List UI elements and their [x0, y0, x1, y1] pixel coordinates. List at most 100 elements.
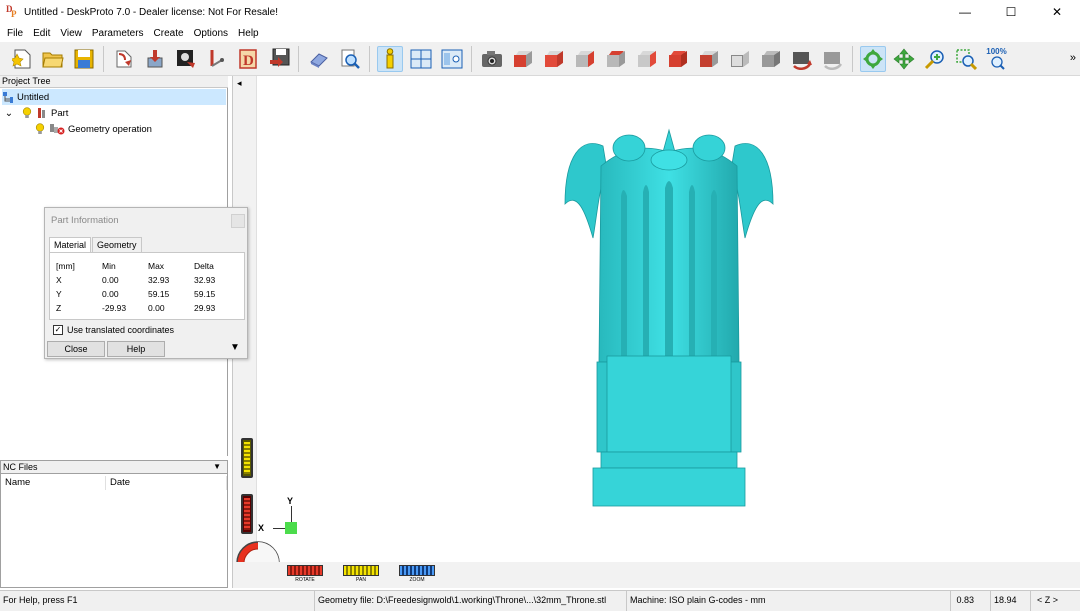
- row-y-delta: 59.15: [194, 289, 216, 299]
- bitmap-button[interactable]: [173, 46, 199, 72]
- cube-solid-icon: [761, 50, 780, 67]
- view-left-button[interactable]: [634, 46, 660, 72]
- nc-files-list[interactable]: Name Date: [0, 474, 228, 588]
- collapse-panel-icon[interactable]: ◂: [237, 78, 242, 89]
- tree-item-operation[interactable]: Geometry operation: [34, 121, 152, 137]
- menu-view[interactable]: View: [55, 28, 87, 39]
- lightbulb-icon[interactable]: [21, 107, 33, 119]
- tree-item-label: Geometry operation: [68, 123, 152, 135]
- tab-material[interactable]: Material: [49, 237, 92, 252]
- preview-button[interactable]: [337, 46, 363, 72]
- drawing-button[interactable]: D: [235, 46, 261, 72]
- info-button[interactable]: [376, 45, 403, 72]
- toolbar-separator: [369, 45, 370, 72]
- cube-front-icon: [544, 50, 563, 67]
- column-header-date[interactable]: Date: [106, 476, 227, 490]
- load-geometry-icon: [116, 50, 131, 67]
- row-z-max: 0.00: [148, 303, 165, 313]
- axis-x-label: X: [258, 523, 265, 533]
- pan-mode-button[interactable]: [891, 46, 917, 72]
- close-button[interactable]: Close: [47, 341, 105, 357]
- dimensions-table: [mm] Min Max Delta X 0.00 32.93 32.93 Y …: [49, 252, 245, 320]
- menu-options[interactable]: Options: [189, 28, 233, 39]
- view-back-button[interactable]: [603, 46, 629, 72]
- eraser-icon: [309, 52, 328, 68]
- menu-parameters[interactable]: Parameters: [87, 28, 149, 39]
- nc-files-dropdown-icon[interactable]: ▼: [213, 461, 221, 473]
- dialog-expand-icon[interactable]: ▼: [230, 342, 240, 353]
- close-window-button[interactable]: ✕: [1034, 0, 1080, 24]
- open-project-button[interactable]: [40, 46, 66, 72]
- tree-item-project[interactable]: Untitled: [2, 89, 226, 105]
- toolbar-overflow-button[interactable]: »: [1070, 52, 1076, 64]
- zoom-window-button[interactable]: [953, 46, 979, 72]
- import-part-icon: [147, 49, 162, 67]
- nc-files-title: NC Files: [3, 462, 38, 472]
- load-geometry-button[interactable]: [111, 46, 137, 72]
- bitmap-icon: [176, 49, 195, 68]
- zoom-mode-button[interactable]: [922, 46, 948, 72]
- chevron-down-icon[interactable]: ⌄: [4, 107, 14, 119]
- view-solid-button[interactable]: [758, 46, 784, 72]
- rotate-slider-handle[interactable]: [241, 494, 253, 534]
- lightbulb-icon[interactable]: [34, 123, 46, 135]
- import-part-button[interactable]: [142, 46, 168, 72]
- status-help-text: For Help, press F1: [3, 595, 78, 605]
- translated-coords-checkbox[interactable]: ✓ Use translated coordinates: [53, 325, 174, 335]
- tree-item-part[interactable]: ⌄ Part: [4, 105, 68, 121]
- zoom-in-icon: [924, 49, 944, 69]
- row-x-max: 32.93: [148, 275, 170, 285]
- dialog-close-icon[interactable]: [231, 214, 245, 228]
- 3d-viewport[interactable]: ◂ Y X ROTATE PAN ZOOM: [232, 76, 1080, 588]
- new-project-button[interactable]: [9, 46, 35, 72]
- view-bottom-button[interactable]: [696, 46, 722, 72]
- checkbox-box[interactable]: ✓: [53, 325, 63, 335]
- deskproto-logo-icon[interactable]: DP: [6, 4, 20, 20]
- panel-button[interactable]: [439, 46, 465, 72]
- view-right-button[interactable]: [572, 46, 598, 72]
- rotate-wheel-handle[interactable]: [287, 565, 323, 576]
- tab-geometry[interactable]: Geometry: [92, 237, 142, 252]
- refresh-view-button[interactable]: [820, 46, 846, 72]
- vector-button[interactable]: [204, 46, 230, 72]
- panel-view-icon: [441, 49, 462, 68]
- menu-file[interactable]: File: [2, 28, 28, 39]
- axis-origin-marker: [285, 522, 297, 534]
- rotate-view-button[interactable]: [789, 46, 815, 72]
- magnifier-page-icon: [341, 49, 360, 69]
- export-nc-button[interactable]: [266, 46, 292, 72]
- view-wire-button[interactable]: [727, 46, 753, 72]
- viewport-control-bar: ROTATE PAN ZOOM: [233, 562, 1080, 588]
- row-x-delta: 32.93: [194, 275, 216, 285]
- view-front-button[interactable]: [541, 46, 567, 72]
- title-bar: DP Untitled - DeskProto 7.0 - Dealer lic…: [0, 0, 1080, 24]
- rotate-mode-button[interactable]: [859, 45, 886, 72]
- window-title: Untitled - DeskProto 7.0 - Dealer licens…: [24, 6, 278, 18]
- table-header-min: Min: [102, 261, 116, 271]
- minimize-button[interactable]: —: [942, 0, 988, 24]
- row-y-min: 0.00: [102, 289, 119, 299]
- column-header-name[interactable]: Name: [1, 476, 106, 490]
- table-header-unit: [mm]: [56, 261, 75, 271]
- view-top-button[interactable]: [665, 46, 691, 72]
- pan-wheel-handle[interactable]: [343, 565, 379, 576]
- row-z-min: -29.93: [102, 303, 127, 313]
- maximize-button[interactable]: ☐: [988, 0, 1034, 24]
- save-project-button[interactable]: [71, 46, 97, 72]
- cube-wireframe-icon: [730, 50, 749, 67]
- help-button[interactable]: Help: [107, 341, 165, 357]
- pan-slider-handle[interactable]: [241, 438, 253, 478]
- cube-bottom-icon: [699, 50, 718, 67]
- status-axis: < Z >: [1030, 591, 1080, 611]
- erase-button[interactable]: [306, 46, 332, 72]
- view-iso-button[interactable]: [510, 46, 536, 72]
- throne-3d-model[interactable]: [563, 126, 775, 508]
- snapshot-button[interactable]: [479, 46, 505, 72]
- dialog-title-bar[interactable]: Part Information: [45, 208, 247, 232]
- zoom-wheel-handle[interactable]: [399, 565, 435, 576]
- layout-button[interactable]: [408, 46, 434, 72]
- menu-help[interactable]: Help: [233, 28, 264, 39]
- zoom-100-button[interactable]: 100%: [984, 46, 1010, 72]
- menu-create[interactable]: Create: [149, 28, 189, 39]
- menu-edit[interactable]: Edit: [28, 28, 55, 39]
